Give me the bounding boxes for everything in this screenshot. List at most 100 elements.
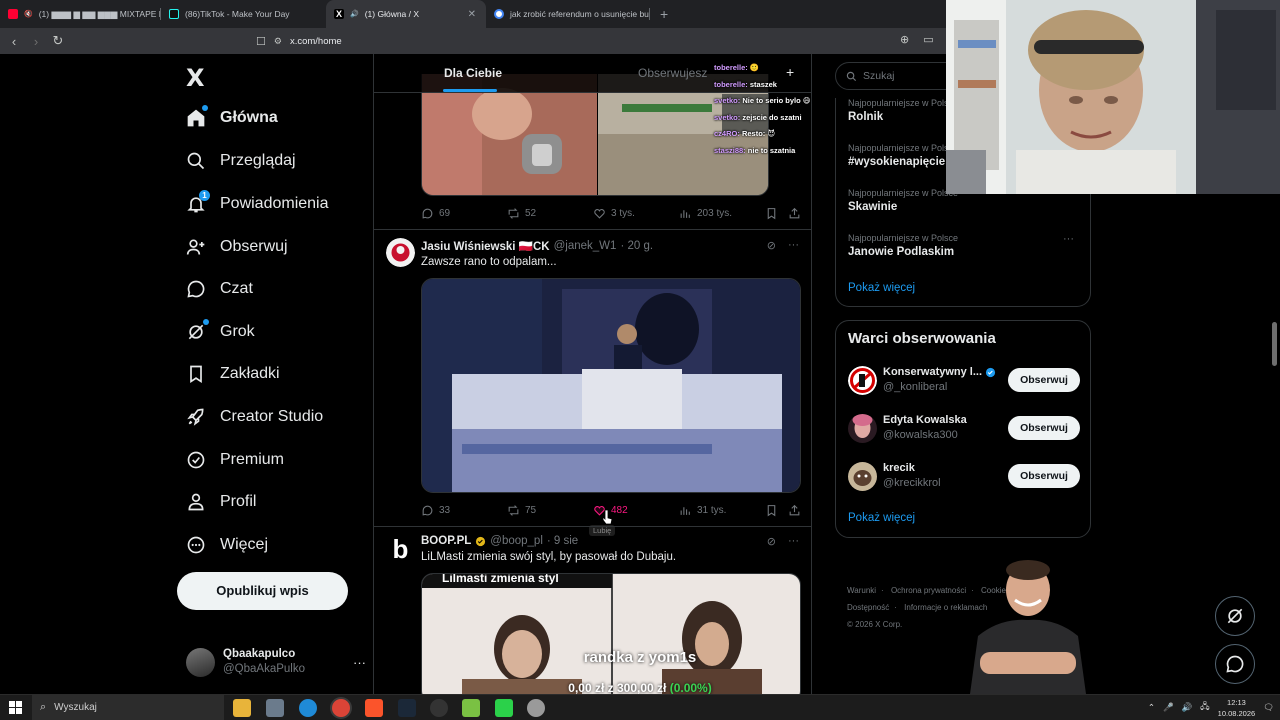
brave-icon[interactable] [365,699,383,717]
app-icon[interactable] [266,699,284,717]
browser-tab-tiktok[interactable]: (86)TikTok - Make Your Day [161,0,326,28]
edge-icon[interactable] [299,699,317,717]
grok-icon[interactable]: ⊘ [767,535,776,548]
boop-logo-avatar[interactable]: b [386,535,415,564]
share-button[interactable] [788,207,801,220]
taskbar-search-input[interactable]: Wyszukaj [54,702,97,713]
grok-icon[interactable]: ⊘ [767,239,776,252]
tab-for-you[interactable]: Dla Ciebie [444,66,502,80]
windows-start-icon[interactable] [9,701,22,714]
follow-button[interactable]: Obserwuj [1008,464,1080,488]
forward-icon[interactable]: › [26,34,46,49]
nav-premium[interactable]: Premium [186,442,284,478]
nav-label: Obserwuj [220,238,288,255]
search-input[interactable]: Szukaj [863,70,895,82]
steam-icon[interactable] [398,699,416,717]
browser-tab-x[interactable]: X 🔊 (1) Główna / X ✕ [326,0,486,28]
zoom-icon[interactable]: ⊕ [900,33,909,46]
reload-icon[interactable]: ↻ [48,33,68,49]
rocket-icon [186,407,206,427]
repost-icon [508,208,519,219]
app-icon[interactable] [462,699,480,717]
tweet-video[interactable] [421,278,801,493]
bookmark-page-icon[interactable]: ☐ [256,35,266,48]
author-name[interactable]: Jasiu Wiśniewski 🇵🇱CK [421,239,550,253]
chevron-up-icon[interactable]: ⌃ [1148,702,1155,713]
search-icon [186,151,206,171]
avatar [848,365,877,395]
footer-accessibility-link[interactable]: Dostępność [847,603,889,612]
nav-explore[interactable]: Przeglądaj [186,143,296,179]
network-icon[interactable]: 🖧 [1200,701,1209,715]
share-button[interactable] [788,504,801,517]
trend-item[interactable]: Najpopularniejsze w Polsce Janowie Podla… [848,233,1078,258]
repost-button[interactable]: 75 [507,504,536,517]
avatar[interactable] [386,238,415,267]
follow-suggestion[interactable]: Konserwatywny l... @_konliberal Obserwuj [848,364,1080,396]
tweet-time[interactable]: · 9 sie [547,535,578,547]
bookmark-button[interactable] [765,207,778,220]
follow-suggestion[interactable]: Edyta Kowalska @kowalska300 Obserwuj [848,412,1080,444]
follow-button[interactable]: Obserwuj [1008,416,1080,440]
site-info-icon[interactable]: ⚙ [274,36,282,47]
microphone-icon[interactable]: 🎤 [1163,702,1174,713]
url-text[interactable]: x.com/home [290,36,342,47]
author-handle[interactable]: @janek_W1 [554,240,617,252]
views-button[interactable]: 31 tys. [679,504,726,517]
bookmark-button[interactable] [765,504,778,517]
address-bar[interactable]: ☐ ⚙ x.com/home [256,31,946,51]
views-button[interactable]: 203 tys. [679,207,732,220]
who-to-follow-show-more[interactable]: Pokaż więcej [848,512,915,524]
chat-fab-button[interactable] [1215,644,1255,684]
account-switcher[interactable]: Qbaakapulco @QbaAkaPulko ··· [186,644,366,680]
nav-more[interactable]: Więcej [186,527,268,563]
nav-follow[interactable]: Obserwuj [186,229,288,265]
obs-icon[interactable] [430,699,448,717]
follow-suggestion[interactable]: krecik @krecikkrol Obserwuj [848,460,1080,492]
nav-grok[interactable]: Grok [186,314,255,350]
grok-fab-button[interactable] [1215,596,1255,636]
more-icon[interactable]: ··· [353,655,366,670]
more-icon[interactable]: ··· [1063,233,1074,245]
browser-tab-google[interactable]: jak zrobić referendum o usunięcie bu [486,0,649,28]
tweet-time[interactable]: · 20 g. [620,240,653,252]
scrollbar-thumb[interactable] [1272,322,1277,366]
nav-chat[interactable]: Czat [186,271,253,307]
trends-show-more[interactable]: Pokaż więcej [848,282,915,294]
nav-profile[interactable]: Profil [186,484,256,520]
chat-message: svetko: Nie to serio bylo 😄 [714,96,811,105]
back-icon[interactable]: ‹ [4,34,24,49]
play-icon[interactable] [495,699,513,717]
file-explorer-icon[interactable] [233,699,251,717]
app-icon[interactable] [527,699,545,717]
reply-button[interactable]: 69 [421,207,450,220]
close-tab-icon[interactable]: ✕ [468,9,476,20]
notification-center-icon[interactable]: 🗨 [1263,702,1274,713]
taskbar-search[interactable]: ⌕ Wyszukaj [32,695,224,720]
more-icon[interactable]: ··· [788,535,799,548]
reply-button[interactable]: 33 [421,504,450,517]
cast-icon[interactable]: ▭ [923,33,933,46]
nav-bookmarks[interactable]: Zakładki [186,356,280,392]
footer-terms-link[interactable]: Warunki [847,586,876,595]
chrome-icon[interactable] [332,699,350,717]
follow-button[interactable]: Obserwuj [1008,368,1080,392]
clock[interactable]: 12:13 10.08.2026 [1218,697,1256,719]
repost-button[interactable]: 52 [507,207,536,220]
nav-creator-studio[interactable]: Creator Studio [186,399,323,435]
post-button[interactable]: Opublikuj wpis [177,572,348,610]
trend-context: Najpopularniejsze w Polsce [848,233,959,243]
x-logo[interactable]: X [186,64,205,92]
browser-tab-youtube[interactable]: 🔇 (1) ▆▆▆ ▆ ▆▆ ▆▆▆ MIXTAPE DO [0,0,160,28]
nav-notifications[interactable]: 1 Powiadomienia [186,186,329,222]
more-icon[interactable]: ··· [788,239,799,252]
author-handle[interactable]: @boop_pl [490,535,543,547]
nav-home[interactable]: Główna [186,100,278,136]
like-button[interactable]: 3 tys. [593,207,635,220]
tab-following[interactable]: Obserwujesz [638,66,707,80]
footer-privacy-link[interactable]: Ochrona prywatności [891,586,966,595]
volume-icon[interactable]: 🔊 [1182,702,1193,713]
author-name[interactable]: BOOP.PL [421,535,471,547]
new-tab-button[interactable]: + [650,0,678,28]
suggestion-handle: @krecikkrol [883,477,941,489]
